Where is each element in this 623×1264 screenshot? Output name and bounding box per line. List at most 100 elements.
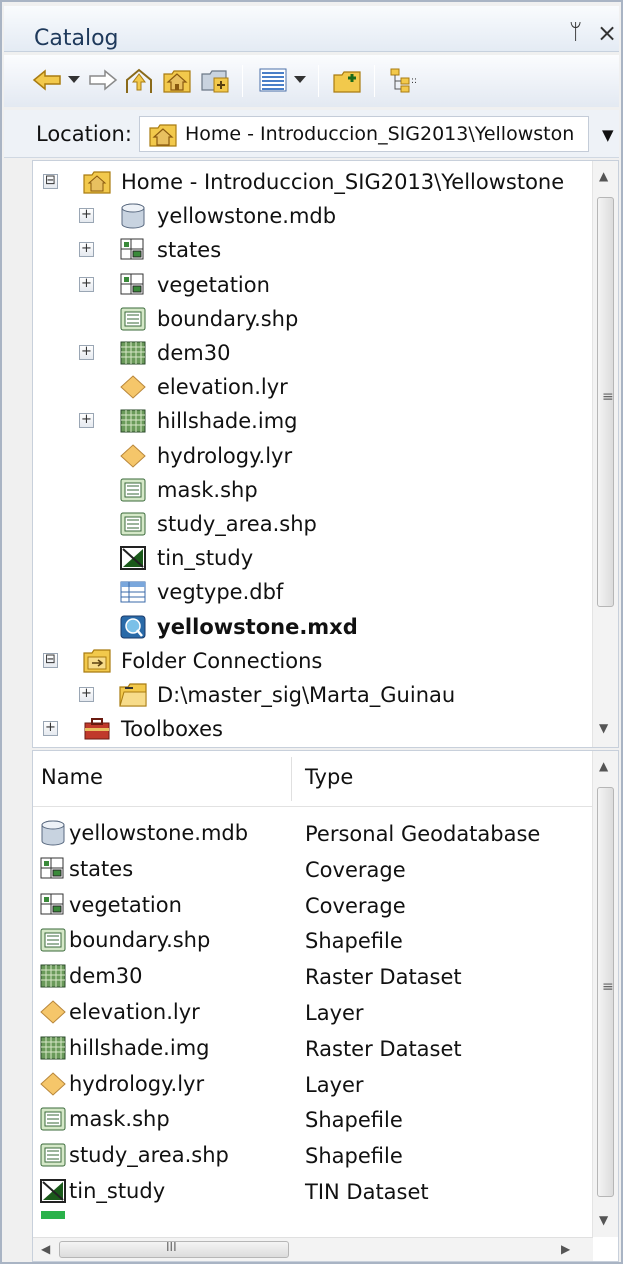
list-item[interactable] xyxy=(33,1211,593,1219)
home-button[interactable] xyxy=(162,65,192,95)
layer-icon xyxy=(39,1070,67,1098)
tree-item-label: mask.shp xyxy=(157,477,258,502)
up-one-level-button[interactable] xyxy=(124,65,154,95)
tree-item-label: yellowstone.mxd xyxy=(157,614,358,639)
column-header-name[interactable]: Name xyxy=(41,765,103,789)
tree-item-label: Home - Introduccion_SIG2013\Yellowstone xyxy=(121,170,565,194)
raster-icon xyxy=(119,407,147,435)
tree-scroll-thumb[interactable]: ≡ xyxy=(597,197,614,607)
scroll-up-icon[interactable]: ▲ xyxy=(599,759,608,773)
toggle-tree-button[interactable]: :: xyxy=(388,65,418,95)
tree-item[interactable]: ⊟ Home - Introduccion_SIG2013\Yellowstone xyxy=(43,165,565,199)
new-folder-button[interactable] xyxy=(332,65,362,95)
expand-icon[interactable]: + xyxy=(79,345,94,360)
folder-connections-icon xyxy=(83,647,111,675)
expand-icon[interactable]: + xyxy=(79,413,94,429)
grip-icon: ≡ xyxy=(602,979,614,995)
tree-item[interactable]: vegtype.dbf xyxy=(119,575,283,609)
list-item[interactable]: study_area.shp Shapefile xyxy=(33,1139,593,1175)
list-item[interactable]: dem30 Raster Dataset xyxy=(33,960,593,996)
tree-item[interactable]: + D:\master_sig\Marta_Guinau xyxy=(79,678,455,712)
tree-item[interactable]: boundary.shp xyxy=(119,302,298,336)
list-item[interactable]: elevation.lyr Layer xyxy=(33,996,593,1032)
shapefile-icon xyxy=(39,1141,67,1169)
list-item-type: Layer xyxy=(305,1001,364,1025)
raster-icon xyxy=(39,1034,67,1062)
expand-icon[interactable]: + xyxy=(79,208,94,224)
list-item[interactable]: yellowstone.mdb Personal Geodatabase xyxy=(33,817,593,853)
chevron-down-icon[interactable]: ▼ xyxy=(602,126,614,144)
scroll-down-icon[interactable]: ▼ xyxy=(599,721,608,735)
shapefile-icon xyxy=(39,926,67,954)
list-scroll-thumb[interactable]: ≡ xyxy=(597,787,614,1197)
list-item-type: Shapefile xyxy=(305,1108,403,1133)
list-item-type: Shapefile xyxy=(305,929,403,954)
tree-item[interactable]: study_area.shp xyxy=(119,507,317,541)
layer-icon xyxy=(39,998,67,1026)
pin-icon[interactable]: ᛘ xyxy=(569,20,582,45)
tree-item-label: elevation.lyr xyxy=(157,375,288,400)
tree-item[interactable]: + yellowstone.mdb xyxy=(79,199,336,233)
view-options-button[interactable] xyxy=(258,65,288,95)
column-divider[interactable] xyxy=(291,757,292,801)
back-dropdown-button[interactable] xyxy=(64,65,84,95)
location-combobox[interactable]: Home - Introduccion_SIG2013\Yellowston xyxy=(139,116,589,152)
collapse-icon[interactable]: ⊟ xyxy=(43,174,58,189)
tree-item[interactable]: elevation.lyr xyxy=(119,370,288,404)
list-item[interactable]: boundary.shp Shapefile xyxy=(33,924,593,960)
scroll-right-icon[interactable]: ▶ xyxy=(561,1242,570,1256)
tree-item-label: study_area.shp xyxy=(157,512,317,536)
tree-item[interactable]: + Toolboxes xyxy=(43,712,223,746)
expand-icon[interactable]: + xyxy=(79,687,94,702)
list-hscroll-thumb[interactable]: III xyxy=(59,1240,289,1258)
list-item[interactable]: vegetation Coverage xyxy=(33,889,593,925)
collapse-icon[interactable]: ⊟ xyxy=(43,652,58,668)
back-button[interactable] xyxy=(32,65,62,95)
scroll-down-icon[interactable]: ▼ xyxy=(599,1213,608,1227)
list-item[interactable]: hydrology.lyr Layer xyxy=(33,1068,593,1104)
list-item[interactable]: tin_study TIN Dataset xyxy=(33,1175,593,1211)
list-horizontal-scrollbar[interactable]: ◀ III ▶ xyxy=(33,1237,593,1261)
list-item-type: Shapefile xyxy=(305,1144,403,1169)
tree-item[interactable]: ⊟ Folder Connections xyxy=(43,644,322,678)
location-value: Home - Introduccion_SIG2013\Yellowston xyxy=(185,123,575,145)
column-header-type[interactable]: Type xyxy=(305,765,353,789)
list-item[interactable]: mask.shp Shapefile xyxy=(33,1103,593,1139)
tree-scrollbar[interactable]: ▲ ≡ ▼ xyxy=(592,161,618,747)
list-scrollbar[interactable]: ▲ ≡ ▼ xyxy=(592,751,618,1237)
tree-item-label: boundary.shp xyxy=(157,306,299,331)
expand-icon[interactable]: + xyxy=(79,242,94,258)
tree-item[interactable]: + hillshade.img xyxy=(79,404,297,438)
list-item-type: Layer xyxy=(305,1072,364,1097)
tree-item[interactable]: tin_study xyxy=(119,541,253,575)
expand-icon[interactable]: + xyxy=(79,276,94,292)
close-icon[interactable]: × xyxy=(597,19,617,47)
tree-item[interactable]: + states xyxy=(79,233,222,267)
tree-item[interactable]: + vegetation xyxy=(79,268,270,302)
up-folder-icon xyxy=(126,68,152,93)
location-label: Location: xyxy=(36,122,132,146)
catalog-window: Catalog ᛘ ×:: Location: Home - Introduc… xyxy=(0,0,623,1264)
list-item-name: mask.shp xyxy=(69,1107,170,1132)
tree-item[interactable]: + dem30 xyxy=(79,336,231,370)
scroll-up-icon[interactable]: ▲ xyxy=(599,169,608,183)
tree-item[interactable]: yellowstone.mxd xyxy=(119,610,358,644)
tree-item-label: dem30 xyxy=(157,341,231,365)
view-dropdown-button[interactable] xyxy=(290,65,310,95)
home-folder-icon xyxy=(148,122,178,152)
connect-to-folder-button[interactable] xyxy=(200,65,230,95)
list-item-name: yellowstone.mdb xyxy=(69,821,249,845)
shapefile-icon xyxy=(119,476,147,504)
forward-button[interactable] xyxy=(88,65,118,95)
list-view-icon xyxy=(259,68,287,92)
list-item[interactable]: states Coverage xyxy=(33,853,593,889)
list-item-type: Coverage xyxy=(305,857,406,882)
expand-icon[interactable]: + xyxy=(43,721,58,737)
tree-item[interactable]: mask.shp xyxy=(119,473,258,507)
scroll-left-icon[interactable]: ◀ xyxy=(41,1242,50,1256)
tree-item[interactable]: hydrology.lyr xyxy=(119,439,292,473)
home-folder-icon xyxy=(163,70,191,93)
list-item[interactable]: hillshade.img Raster Dataset xyxy=(33,1032,593,1068)
tree-item-label: states xyxy=(157,238,222,263)
partial-icon xyxy=(41,1211,65,1219)
